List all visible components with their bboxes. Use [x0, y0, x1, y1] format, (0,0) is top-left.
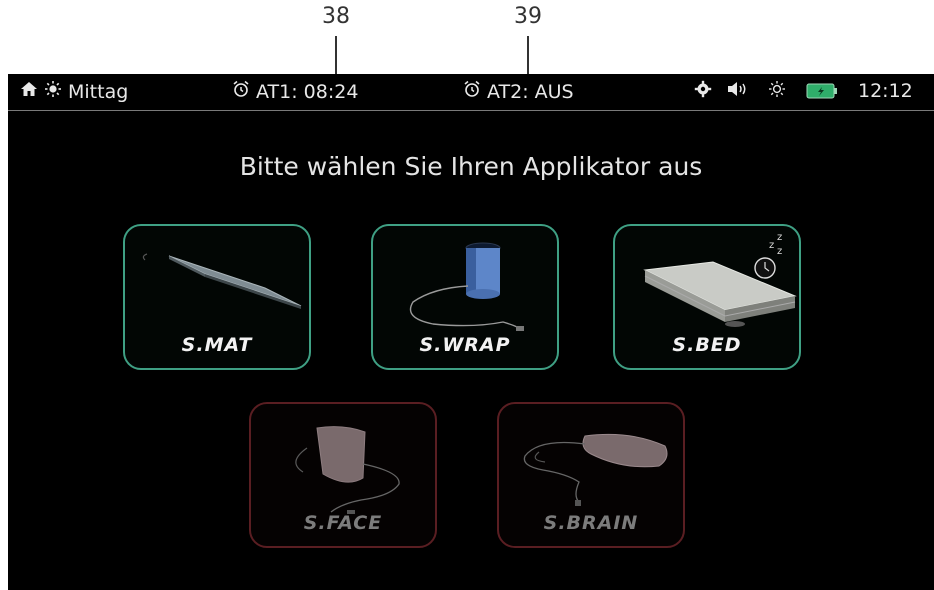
mode-indicator[interactable]: Mittag — [20, 80, 128, 103]
svg-text:z: z — [769, 240, 774, 251]
applicator-sface-button: S.FACE — [249, 402, 437, 548]
svg-text:z: z — [777, 232, 782, 243]
applicator-sbrain-button: S.BRAIN — [497, 402, 685, 548]
status-bar: Mittag AT1: 08:24 AT2: AUS 12:12 — [8, 74, 934, 111]
page-title: Bitte wählen Sie Ihren Applikator aus — [239, 152, 703, 181]
callout-area: 38 39 — [0, 0, 934, 74]
svg-text:z: z — [777, 246, 782, 257]
battery-icon — [806, 82, 838, 100]
applicator-label: S.MAT — [181, 334, 253, 356]
callout-39: 39 — [514, 4, 542, 29]
alarm1-indicator[interactable]: AT1: 08:24 — [232, 80, 358, 103]
applicator-label: S.BRAIN — [543, 512, 639, 534]
device-screen: Mittag AT1: 08:24 AT2: AUS 12:12 Bitte w… — [8, 74, 934, 590]
alarm2-label: AT2: AUS — [487, 80, 574, 103]
alarm-clock-icon — [232, 80, 250, 103]
home-icon[interactable] — [20, 80, 38, 103]
clock-time: 12:12 — [858, 80, 913, 102]
applicator-label: S.WRAP — [419, 334, 511, 356]
callout-39-line — [527, 36, 529, 74]
speaker-icon[interactable] — [726, 80, 752, 98]
brightness-icon[interactable] — [768, 80, 786, 98]
gear-icon[interactable] — [694, 80, 712, 98]
mode-label: Mittag — [68, 80, 129, 103]
applicator-label: S.BED — [672, 334, 742, 356]
alarm1-label: AT1: 08:24 — [256, 80, 359, 103]
applicator-smat-button[interactable]: S.MAT — [123, 224, 311, 370]
callout-38: 38 — [322, 4, 350, 29]
alarm-clock-icon — [463, 80, 481, 103]
applicator-sbed-button[interactable]: z z z S.BED — [613, 224, 801, 370]
applicator-label: S.FACE — [303, 512, 383, 534]
applicator-swrap-button[interactable]: S.WRAP — [371, 224, 559, 370]
callout-38-line — [335, 36, 337, 74]
alarm2-indicator[interactable]: AT2: AUS — [463, 80, 574, 103]
sun-icon — [44, 80, 62, 103]
